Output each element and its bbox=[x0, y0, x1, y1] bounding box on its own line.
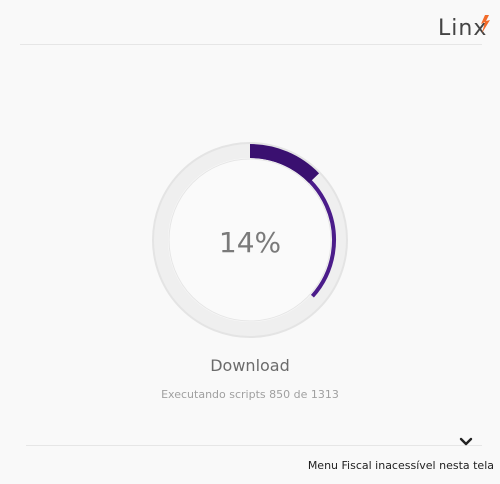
progress-percent: 14% bbox=[218, 226, 282, 259]
fiscal-menu-message: Menu Fiscal inacessível nesta tela bbox=[307, 459, 494, 472]
linx-logo: Linx bbox=[436, 14, 492, 44]
chevron-down-icon[interactable] bbox=[459, 437, 473, 447]
logo-mark-icon bbox=[481, 15, 490, 33]
progress-ring: 14% bbox=[146, 142, 354, 338]
footer-divider bbox=[26, 445, 482, 446]
header-divider bbox=[20, 44, 482, 45]
step-detail: Executando scripts 850 de 1313 bbox=[161, 388, 339, 401]
step-title: Download bbox=[210, 356, 290, 375]
